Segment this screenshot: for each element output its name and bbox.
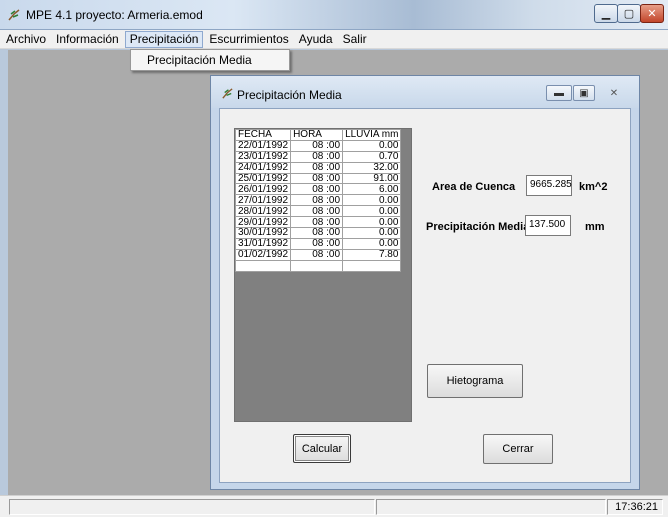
table-row: 30/01/1992 08 :00 0.00: [234, 227, 402, 239]
table-row: 24/01/1992 08 :00 32.00: [234, 161, 402, 174]
minimize-button[interactable]: ▁: [594, 4, 618, 23]
child-maximize-button[interactable]: ▣: [573, 85, 595, 101]
status-panel-2: [376, 499, 606, 515]
table-row-empty: [234, 259, 402, 272]
cell-hora[interactable]: 08 :00: [290, 237, 344, 250]
column-header-hora: HORA: [290, 129, 344, 141]
cell-fecha[interactable]: 29/01/1992: [234, 216, 292, 229]
child-close-button[interactable]: ✕: [603, 85, 625, 101]
cell-lluvia[interactable]: 6.00: [342, 183, 402, 196]
status-time: 17:36:21: [607, 499, 663, 515]
cell-fecha[interactable]: 26/01/1992: [234, 183, 292, 196]
hietograma-button[interactable]: Hietograma: [427, 364, 523, 398]
cell-hora[interactable]: 08 :00: [290, 161, 344, 174]
cell-lluvia[interactable]: 0.00: [342, 216, 402, 229]
area-input[interactable]: 9665.285: [526, 175, 572, 196]
table-row: 26/01/1992 08 :00 6.00: [234, 183, 402, 196]
rainfall-table: FECHA HORA LLUVIA mm 22/01/1992 08 :00 0…: [234, 129, 402, 272]
close-button[interactable]: ✕: [640, 4, 664, 23]
menu-bar: Archivo Información Precipitación Escurr…: [0, 30, 668, 49]
cell-hora[interactable]: 08 :00: [290, 194, 344, 207]
cell-hora[interactable]: 08 :00: [290, 183, 344, 196]
cell-fecha[interactable]: [234, 259, 292, 272]
cell-hora[interactable]: 08 :00: [290, 139, 344, 152]
maximize-icon: ▢: [623, 8, 635, 20]
cell-lluvia[interactable]: 0.00: [342, 194, 402, 207]
precipitacion-media-window: Precipitación Media ▬ ▣ ✕ FECHA HORA LLU…: [210, 75, 640, 490]
menu-ayuda[interactable]: Ayuda: [295, 31, 337, 48]
cell-lluvia[interactable]: [342, 259, 402, 272]
window-title: MPE 4.1 proyecto: Armeria.emod: [26, 8, 203, 22]
mdi-border: [0, 50, 8, 495]
child-client-area: FECHA HORA LLUVIA mm 22/01/1992 08 :00 0…: [219, 108, 631, 483]
cell-lluvia[interactable]: 91.00: [342, 172, 402, 185]
minimize-icon: ▬: [554, 87, 564, 99]
precip-label: Precipitación Media: [426, 221, 530, 233]
area-label: Area de Cuenca: [432, 181, 516, 193]
table-row: 28/01/1992 08 :00 0.00: [234, 205, 402, 218]
status-panel-1: [9, 499, 375, 515]
precip-unit: mm: [585, 221, 605, 233]
close-icon: ✕: [609, 87, 619, 99]
column-header-fecha: FECHA: [234, 129, 292, 141]
cell-fecha[interactable]: 27/01/1992: [234, 194, 292, 207]
column-header-lluvia: LLUVIA mm: [342, 129, 402, 141]
dropdown-item-precipitacion-media[interactable]: Precipitación Media: [130, 49, 290, 71]
menu-archivo[interactable]: Archivo: [2, 31, 50, 48]
app-icon: [8, 9, 20, 21]
precip-input[interactable]: 137.500: [525, 215, 571, 236]
cell-fecha[interactable]: 25/01/1992: [234, 172, 292, 185]
cell-fecha[interactable]: 01/02/1992: [234, 248, 292, 261]
table-row: 01/02/1992 08 :00 7.80: [234, 248, 402, 261]
table-header-row: FECHA HORA LLUVIA mm: [234, 129, 402, 141]
table-row: 29/01/1992 08 :00 0.00: [234, 216, 402, 229]
table-row: 27/01/1992 08 :00 0.00: [234, 194, 402, 207]
cell-lluvia[interactable]: 0.00: [342, 205, 402, 218]
child-window-title: Precipitación Media: [237, 88, 342, 102]
app-icon: [222, 88, 233, 99]
child-minimize-button[interactable]: ▬: [546, 85, 572, 101]
table-row: 23/01/1992 08 :00 0.70: [234, 150, 402, 163]
table-row: 31/01/1992 08 :00 0.00: [234, 237, 402, 250]
cell-hora[interactable]: [290, 259, 344, 272]
cell-lluvia[interactable]: 7.80: [342, 248, 402, 261]
cell-lluvia[interactable]: 32.00: [342, 161, 402, 174]
rainfall-grid[interactable]: FECHA HORA LLUVIA mm 22/01/1992 08 :00 0…: [234, 128, 412, 422]
cell-hora[interactable]: 08 :00: [290, 227, 344, 239]
table-row: 22/01/1992 08 :00 0.00: [234, 139, 402, 152]
main-window: MPE 4.1 proyecto: Armeria.emod ▁ ▢ ✕ Arc…: [0, 0, 668, 517]
cell-lluvia[interactable]: 0.70: [342, 150, 402, 163]
cerrar-button[interactable]: Cerrar: [483, 434, 553, 464]
area-unit: km^2: [579, 181, 608, 193]
close-icon: ✕: [647, 8, 657, 20]
maximize-icon: ▣: [579, 87, 589, 99]
status-bar: 17:36:21: [0, 495, 668, 517]
calcular-button[interactable]: Calcular: [293, 434, 351, 463]
maximize-button[interactable]: ▢: [617, 4, 641, 23]
menu-precipitacion[interactable]: Precipitación: [124, 30, 204, 48]
child-title-bar: Precipitación Media ▬ ▣ ✕: [211, 76, 639, 108]
title-bar: MPE 4.1 proyecto: Armeria.emod ▁ ▢ ✕: [0, 0, 668, 30]
cell-fecha[interactable]: 23/01/1992: [234, 150, 292, 163]
table-row: 25/01/1992 08 :00 91.00: [234, 172, 402, 185]
menu-informacion[interactable]: Información: [52, 31, 123, 48]
menu-salir[interactable]: Salir: [339, 31, 371, 48]
cell-lluvia[interactable]: 0.00: [342, 237, 402, 250]
cell-hora[interactable]: 08 :00: [290, 172, 344, 185]
cell-fecha[interactable]: 22/01/1992: [234, 139, 292, 152]
minimize-icon: ▁: [601, 8, 611, 20]
cell-fecha[interactable]: 30/01/1992: [234, 227, 292, 239]
cell-fecha[interactable]: 28/01/1992: [234, 205, 292, 218]
cell-fecha[interactable]: 31/01/1992: [234, 237, 292, 250]
menu-escurrimientos[interactable]: Escurrimientos: [205, 31, 292, 48]
cell-hora[interactable]: 08 :00: [290, 216, 344, 229]
cell-fecha[interactable]: 24/01/1992: [234, 161, 292, 174]
cell-lluvia[interactable]: 0.00: [342, 227, 402, 239]
cell-hora[interactable]: 08 :00: [290, 205, 344, 218]
cell-hora[interactable]: 08 :00: [290, 150, 344, 163]
cell-lluvia[interactable]: 0.00: [342, 139, 402, 152]
cell-hora[interactable]: 08 :00: [290, 248, 344, 261]
